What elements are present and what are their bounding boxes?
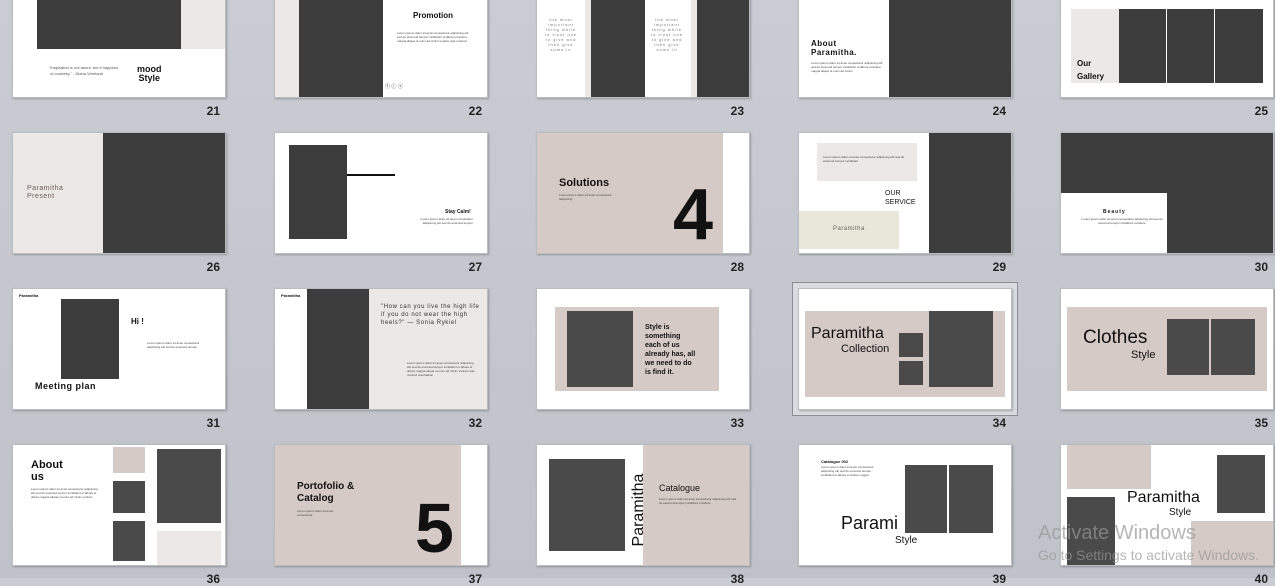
slide-number: 40 <box>1254 572 1268 586</box>
slide-thumbnail-22[interactable]: Promotion Lorem ipsum dolor sit amet con… <box>274 0 488 98</box>
slide-title: About Paramitha. <box>811 39 857 57</box>
slide-title: Catalogue <box>659 483 701 493</box>
slide-number: 32 <box>468 416 482 430</box>
slide-title: mood Style <box>137 64 162 83</box>
slide-number: 36 <box>206 572 220 586</box>
social-icons: ⓕ ⓘ ⓣ <box>385 84 403 90</box>
slide-title: OUR SERVICE <box>885 190 916 206</box>
slide-number: 39 <box>992 572 1006 586</box>
slide-title: Our Gallery <box>1077 59 1105 81</box>
slide-thumbnail-30[interactable]: Beauty Lorem ipsum dolor sit amet consec… <box>1060 132 1274 254</box>
slide-title: Paramitha Present <box>27 185 64 200</box>
slide-header: Catalogue 002 <box>821 459 849 464</box>
slide-thumbnail-34[interactable]: Paramitha Collection <box>798 288 1012 410</box>
slide-number: 30 <box>1254 260 1268 274</box>
slide-subtitle: Style <box>1131 349 1156 361</box>
slide-thumbnail-31[interactable]: Paramitha Hi ! Lorem ipsum dolor sit ame… <box>12 288 226 410</box>
slide-thumbnail-25[interactable]: Our Gallery <box>1060 0 1274 98</box>
slide-number: 34 <box>992 416 1006 430</box>
slide-thumbnail-29[interactable]: Lorem ipsum dolor sit amet consectetur a… <box>798 132 1012 254</box>
slide-number: 33 <box>730 416 744 430</box>
slide-quote: "Inspiration is not about, but it happen… <box>49 65 119 76</box>
slide-thumbnail-35[interactable]: Clothes Style <box>1060 288 1274 410</box>
slide-title: Promotion <box>413 11 453 20</box>
slide-number: 26 <box>206 260 220 274</box>
slide-thumbnail-26[interactable]: Paramitha Present <box>12 132 226 254</box>
slide-quote: "How can you live the high life if you d… <box>381 304 480 326</box>
slide-number: 35 <box>1254 416 1268 430</box>
slide-title: Stay Calm! <box>445 209 471 215</box>
slide-quote-left: the most important thing while to trust … <box>545 17 578 52</box>
slide-number: 22 <box>468 104 482 118</box>
slide-big-number: 5 <box>415 489 454 566</box>
slide-number: 29 <box>992 260 1006 274</box>
slide-brand: Paramitha <box>281 293 301 298</box>
slide-thumbnail-23[interactable]: the most important thing while to trust … <box>536 0 750 98</box>
slide-title: Paramitha <box>1127 489 1200 506</box>
slide-thumbnail-27[interactable]: Stay Calm! Lorem ipsum dolor sit amet co… <box>274 132 488 254</box>
slide-thumbnail-21[interactable]: "Inspiration is not about, but it happen… <box>12 0 226 98</box>
slide-subtitle: Style <box>1169 507 1192 518</box>
slide-subtitle: Style <box>895 535 918 546</box>
slide-number: 31 <box>206 416 220 430</box>
slide-label: Paramitha <box>833 226 865 232</box>
slide-title: About us <box>31 459 63 483</box>
slide-title: Paramitha <box>811 325 884 342</box>
slide-vertical-title: Paramitha <box>630 473 647 547</box>
slide-number: 27 <box>468 260 482 274</box>
slide-title: Meeting plan <box>35 381 97 391</box>
slide-subtitle: Collection <box>841 343 890 355</box>
slide-thumbnail-24[interactable]: About Paramitha. Lorem ipsum dolor sit a… <box>798 0 1012 98</box>
slide-thumbnail-28[interactable]: Solutions Lorem ipsum dolor sit amet con… <box>536 132 750 254</box>
slide-quote-right: the most important thing while to trust … <box>651 17 684 52</box>
slide-thumbnail-33[interactable]: Style is something each of us already ha… <box>536 288 750 410</box>
slide-greeting: Hi ! <box>131 317 144 326</box>
slide-thumbnail-37[interactable]: Portofolio & Catalog Lorem ipsum dolor s… <box>274 444 488 566</box>
slide-number: 24 <box>992 104 1006 118</box>
slide-text: Style is something each of us already ha… <box>645 324 696 376</box>
activation-watermark-title: Activate Windows <box>1038 522 1196 544</box>
slide-number: 25 <box>1254 104 1268 118</box>
activation-watermark-subtitle: Go to Settings to activate Windows. <box>1038 547 1259 563</box>
slide-thumbnail-32[interactable]: Paramitha "How can you live the high lif… <box>274 288 488 410</box>
slide-number: 37 <box>468 572 482 586</box>
slide-thumbnail-36[interactable]: About us Lorem ipsum dolor sit amet cons… <box>12 444 226 566</box>
slide-title: Solutions <box>559 177 610 189</box>
slide-title: Clothes <box>1083 327 1148 348</box>
slide-number: 21 <box>206 104 220 118</box>
slide-brand: Paramitha <box>19 293 39 298</box>
slide-thumbnail-39[interactable]: Catalogue 002 Lorem ipsum dolor sit amet… <box>798 444 1012 566</box>
slide-number: 28 <box>730 260 744 274</box>
slide-number: 23 <box>730 104 744 118</box>
slide-thumbnail-38[interactable]: Paramitha Catalogue Lorem ipsum dolor si… <box>536 444 750 566</box>
slide-title: Portofolio & Catalog <box>297 481 355 504</box>
slide-title: Beauty <box>1103 209 1126 215</box>
slide-number: 38 <box>730 572 744 586</box>
slide-title: Parami <box>841 513 899 533</box>
slide-big-number: 4 <box>673 175 714 254</box>
